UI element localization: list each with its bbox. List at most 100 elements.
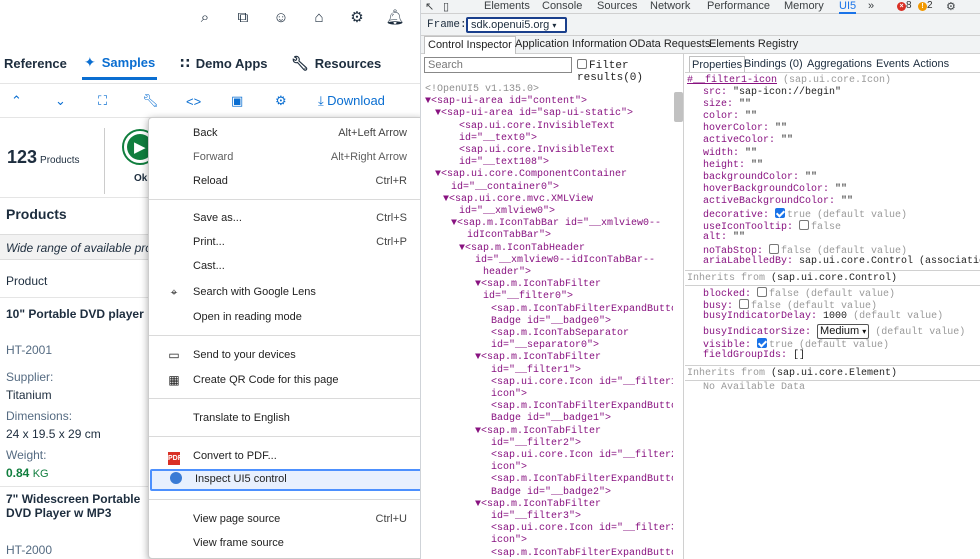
scrollbar-thumb[interactable] [674,92,683,122]
menu-item-save-as[interactable]: Save as... Ctrl+S [149,208,425,230]
product-name[interactable]: 7" Widescreen Portable DVD Player w MP3 [6,492,146,520]
warning-badge[interactable]: ! 2 [918,0,933,11]
tree-node[interactable]: Badge id="__badge2"> [491,487,611,499]
search-icon[interactable]: ⌕ [186,6,224,28]
prop-value[interactable]: "" [841,196,853,207]
tab-ui5[interactable]: UI5 [839,0,857,14]
prop-value[interactable]: "" [745,148,757,159]
product-name[interactable]: 10" Portable DVD player [6,307,146,321]
tree-node[interactable]: <sap.m.IconTabSeparator [491,328,629,340]
tab-events[interactable]: Events [876,58,910,70]
tree-node[interactable]: id="__text108"> [459,157,549,169]
settings-icon[interactable]: ⚙ [338,6,376,28]
copy-icon[interactable]: ⧉ [224,6,262,28]
menu-item-convert-pdf[interactable]: PDF Convert to PDF... [149,446,425,468]
tree-node[interactable]: ▼<sap.ui.core.mvc.XMLView [443,194,593,206]
tab-performance[interactable]: Performance [707,0,770,12]
frame-select[interactable]: sdk.openui5.org ▾ [466,17,567,33]
tree-node[interactable]: id="__text0"> [459,133,537,145]
tree-node[interactable]: ▼<sap.m.IconTabHeader [459,243,585,255]
feedback-icon[interactable]: ☺ [262,6,300,28]
tab-aggregations[interactable]: Aggregations [807,58,872,70]
tree-node[interactable]: header"> [483,267,531,279]
menu-item-view-frame-source[interactable]: View frame source [149,533,425,555]
tree-node[interactable]: id="__container0"> [451,182,559,194]
menu-item-reload[interactable]: Reload Ctrl+R [149,171,425,193]
tab-memory[interactable]: Memory [784,0,824,12]
code-icon[interactable]: <> [186,94,201,109]
tree-node[interactable]: id="__filter3"> [491,511,581,523]
tree-node[interactable]: id="__xmlview0"> [459,206,555,218]
tree-node[interactable]: ▼<sap.m.IconTabFilter [475,352,601,364]
notification-bell-icon[interactable]: 🔔︎ [376,6,414,28]
tree-node[interactable]: <sap.m.IconTabFilterExpandButton [491,474,673,486]
tree-node[interactable]: <sap.ui.core.InvisibleText [459,121,615,133]
size-select[interactable]: Medium ▾ [817,324,870,339]
tab-properties[interactable]: Properties [689,56,746,72]
tree-node[interactable]: Badge id="__badge0"> [491,316,611,328]
tree-node[interactable]: ▼<sap.m.IconTabBar id="__xmlview0-- [451,218,661,230]
menu-item-inspect-ui5[interactable]: Inspect UI5 control [150,469,422,491]
checkbox[interactable] [739,299,750,309]
prop-value[interactable]: "" [805,172,817,183]
settings-icon[interactable]: ⚙ [275,93,287,109]
tab-network[interactable]: Network [650,0,690,12]
tree-node[interactable]: <sap.m.IconTabFilterExpandButton [491,548,673,559]
tab-elements-registry[interactable]: Elements Registry [709,38,798,50]
library-icon[interactable]: ⌂ [300,6,338,28]
tree-node[interactable]: <sap.ui.core.Icon id="__filter3- [491,523,673,535]
checkbox[interactable] [799,220,810,230]
tree-node[interactable]: id="__separator0"> [491,340,599,352]
prop-value[interactable]: [] [793,350,805,361]
menu-item-forward[interactable]: Forward Alt+Right Arrow [149,147,425,169]
more-tabs-icon[interactable]: » [868,0,874,12]
checkbox[interactable] [577,59,587,69]
tab-bindings[interactable]: Bindings (0) [744,58,803,70]
tree-node[interactable]: ▼<sap-ui-area id="sap-ui-static"> [435,108,633,120]
tab-console[interactable]: Console [542,0,582,12]
filter-results-checkbox[interactable]: Filter results(0) [577,59,683,84]
menu-item-cast[interactable]: Cast... [149,256,425,278]
tab-demo-apps[interactable]: ∷ Demo Apps [178,48,270,80]
menu-item-translate[interactable]: Translate to English [149,408,425,430]
menu-item-back[interactable]: Back Alt+Left Arrow [149,123,425,145]
tree-node[interactable]: <!OpenUI5 v1.135.0> [425,84,539,96]
tab-sources[interactable]: Sources [597,0,637,12]
prop-value[interactable]: "" [835,184,847,195]
tree-node[interactable]: id="__filter1"> [491,365,581,377]
tree-node[interactable]: id="__filter0"> [483,291,573,303]
menu-item-qr-code[interactable]: ▦ Create QR Code for this page [149,370,425,392]
chevron-up-icon[interactable]: ⌃ [11,93,22,109]
tree-node[interactable]: id="__filter2"> [491,438,581,450]
tree-node[interactable]: <sap.m.IconTabFilterExpandButton [491,304,673,316]
wrench-icon[interactable]: 🔧︎ [142,93,159,109]
tree-node[interactable]: Badge id="__badge1"> [491,413,611,425]
error-badge[interactable]: × 8 [897,0,912,11]
tree-node[interactable]: <sap.m.IconTabFilterExpandButton [491,401,673,413]
prop-value[interactable]: "" [775,123,787,134]
menu-item-reading-mode[interactable]: Open in reading mode [149,307,425,329]
tab-odata-requests[interactable]: OData Requests [629,38,710,50]
tree-node[interactable]: icon"> [491,462,527,474]
chevron-down-icon[interactable]: ⌄ [55,93,66,109]
tab-application-information[interactable]: Application Information [515,38,627,50]
tab-samples[interactable]: ✦ Samples [82,48,158,80]
prop-value[interactable]: "" [751,160,763,171]
checkbox-checked[interactable] [775,208,786,218]
tree-node[interactable]: <sap.ui.core.Icon id="__filter2- [491,450,673,462]
menu-item-google-lens[interactable]: ⌖ Search with Google Lens [149,282,425,304]
prop-value[interactable]: "" [739,99,751,110]
tab-resources[interactable]: 🔧︎ Resources [289,48,383,80]
tree-node[interactable]: ▼<sap.m.IconTabFilter [475,426,601,438]
checkbox-checked[interactable] [757,338,768,348]
tab-reference[interactable]: Reference [2,48,69,80]
menu-item-send-to-devices[interactable]: ▭ Send to your devices [149,345,425,367]
tree-node[interactable]: ▼<sap.ui.core.ComponentContainer [435,169,627,181]
tree-node[interactable]: ▼<sap.m.IconTabFilter [475,279,601,291]
search-input[interactable]: Search [424,57,572,73]
checkbox[interactable] [757,287,768,297]
tree-node[interactable]: id="__xmlview0--idIconTabBar-- [475,255,655,267]
menu-item-view-source[interactable]: View page source Ctrl+U [149,509,425,531]
tree-node[interactable]: icon"> [491,535,527,547]
tree-node[interactable]: idIconTabBar"> [467,230,551,242]
